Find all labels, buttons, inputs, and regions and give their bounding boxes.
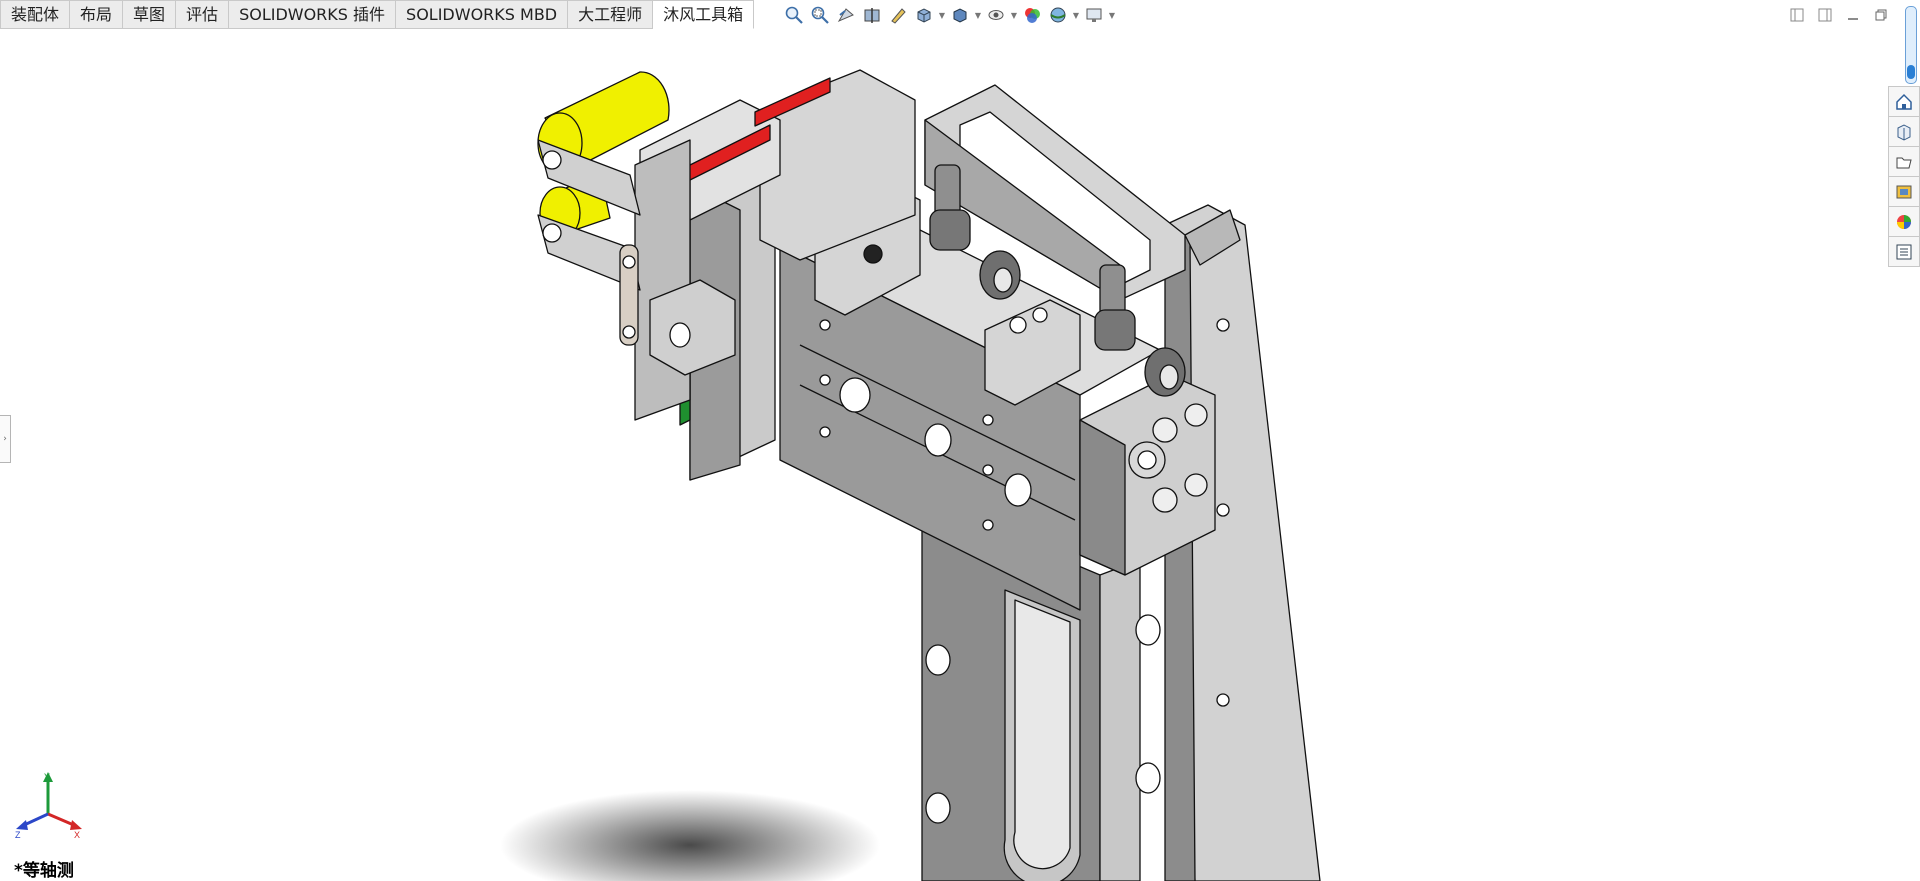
edit-appearance-icon[interactable]	[1020, 3, 1044, 27]
triad-y-label: Y	[44, 772, 50, 782]
zoom-to-area-icon[interactable]	[808, 3, 832, 27]
triad-z-label: Z	[15, 830, 21, 840]
tab-solidworks-mbd[interactable]: SOLIDWORKS MBD	[396, 0, 569, 29]
tab-sketch[interactable]: 草图	[123, 0, 177, 29]
previous-view-icon[interactable]	[834, 3, 858, 27]
tile-left-icon[interactable]	[1786, 6, 1808, 24]
restore-icon[interactable]	[1870, 6, 1892, 24]
assembly-model	[537, 69, 1321, 881]
chevron-down-icon[interactable]: ▼	[1010, 3, 1018, 27]
tab-layout[interactable]: 布局	[70, 0, 124, 29]
file-explorer-icon[interactable]	[1888, 146, 1920, 176]
solidworks-resources-icon[interactable]	[1888, 86, 1920, 116]
minimize-icon[interactable]	[1842, 6, 1864, 24]
tab-mufeng-toolbox[interactable]: 沐风工具箱	[653, 0, 755, 29]
window-controls	[1786, 6, 1892, 24]
apply-scene-icon[interactable]	[1046, 3, 1070, 27]
zoom-to-fit-icon[interactable]	[782, 3, 806, 27]
section-view-icon[interactable]	[860, 3, 884, 27]
chevron-down-icon[interactable]: ▼	[1072, 3, 1080, 27]
ground-shadow	[500, 790, 880, 881]
coordinate-triad: Y X Z	[14, 770, 84, 844]
appearances-scenes-icon[interactable]	[1888, 206, 1920, 236]
chevron-down-icon[interactable]: ▼	[974, 3, 982, 27]
tile-right-icon[interactable]	[1814, 6, 1836, 24]
view-orientation-icon[interactable]	[912, 3, 936, 27]
view-orientation-label: *等轴测	[14, 861, 74, 881]
design-library-icon[interactable]	[1888, 116, 1920, 146]
triad-x-label: X	[74, 830, 80, 840]
tab-evaluate[interactable]: 评估	[176, 0, 230, 29]
view-palette-icon[interactable]	[1888, 176, 1920, 206]
custom-properties-icon[interactable]	[1888, 236, 1920, 267]
tab-big-engineer[interactable]: 大工程师	[568, 0, 654, 29]
dynamic-annotation-icon[interactable]	[886, 3, 910, 27]
command-manager-tabs: 装配体 布局 草图 评估 SOLIDWORKS 插件 SOLIDWORKS MB…	[0, 0, 755, 29]
view-settings-icon[interactable]	[1082, 3, 1106, 27]
tab-assembly[interactable]: 装配体	[0, 0, 71, 29]
graphics-area[interactable]	[0, 0, 1920, 881]
chevron-down-icon[interactable]: ▼	[1108, 3, 1116, 27]
chevron-down-icon[interactable]: ▼	[938, 3, 946, 27]
tab-solidworks-addins[interactable]: SOLIDWORKS 插件	[229, 0, 397, 29]
hide-show-items-icon[interactable]	[984, 3, 1008, 27]
display-style-icon[interactable]	[948, 3, 972, 27]
heads-up-view-toolbar: ▼ ▼ ▼ ▼ ▼	[782, 3, 1116, 27]
task-pane-tabs	[1888, 86, 1920, 267]
